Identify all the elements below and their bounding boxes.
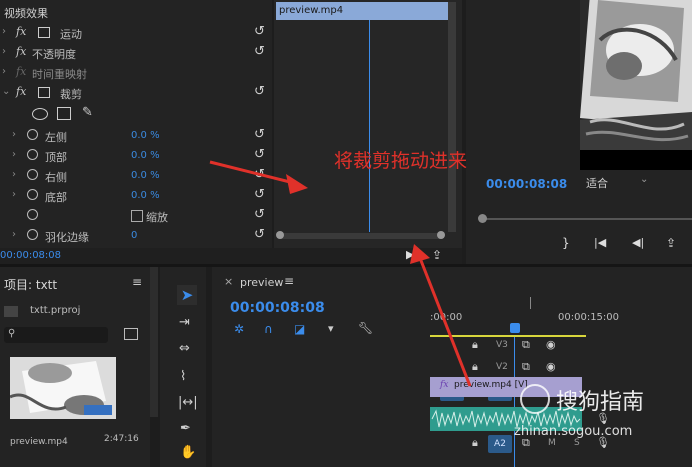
arrow-to-crop (209, 160, 308, 194)
watermark-logo (520, 384, 550, 414)
arrow-from-clip (410, 244, 472, 387)
watermark-name: 搜狗指南 (556, 390, 645, 415)
watermark-url: zhinan.sogou.com (514, 424, 633, 439)
